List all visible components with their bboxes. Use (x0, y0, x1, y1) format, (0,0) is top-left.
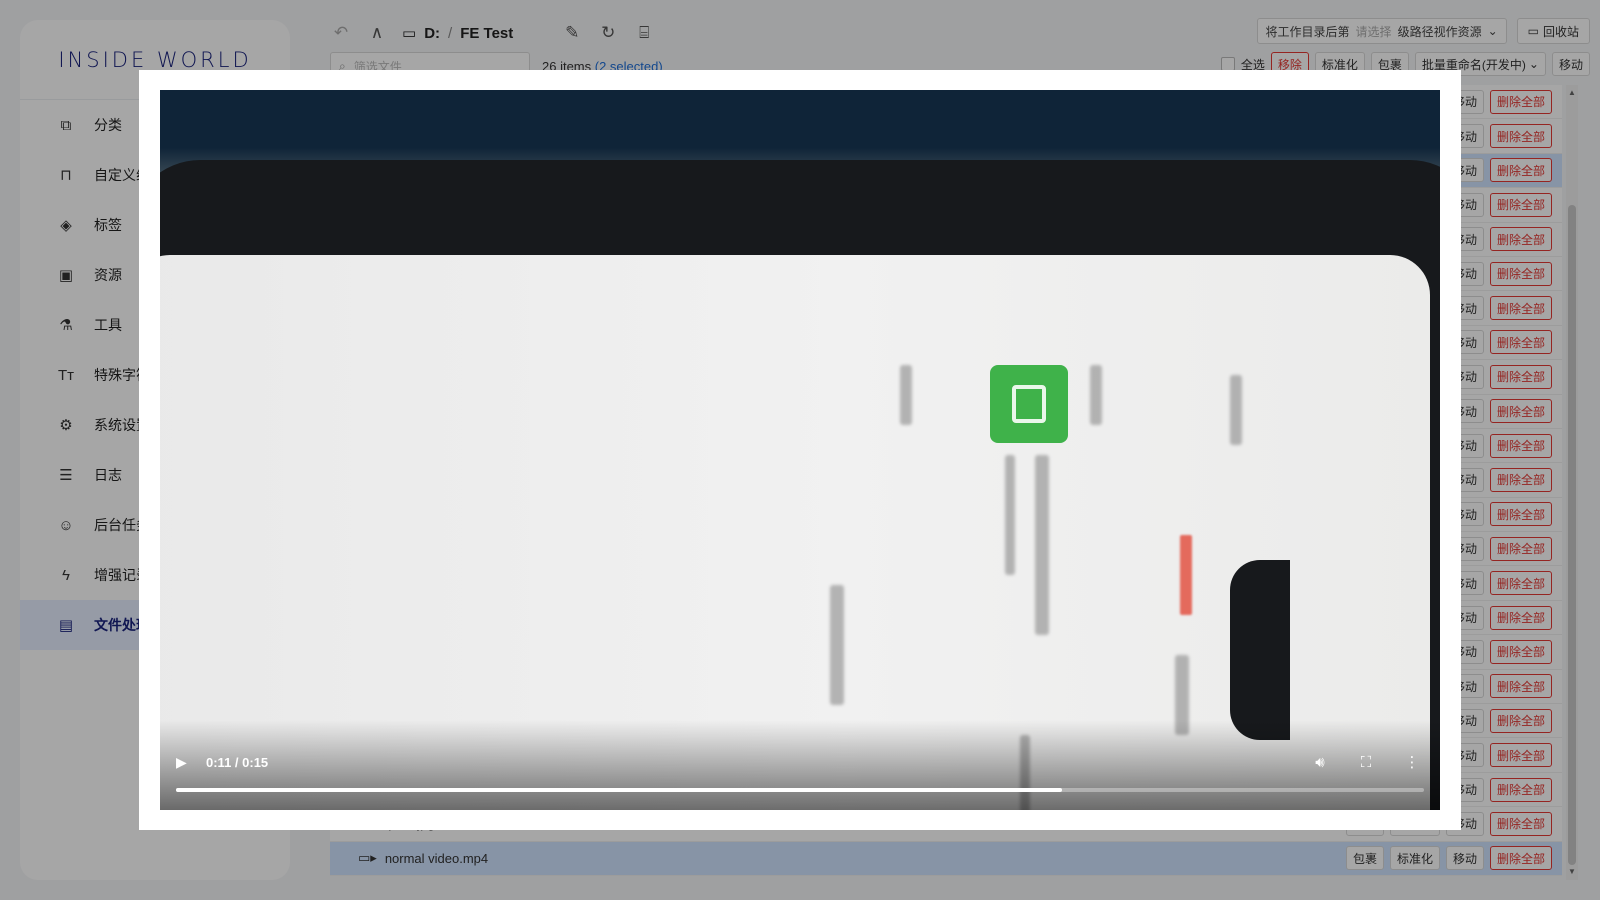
more-options-icon[interactable]: ⋮ (1400, 750, 1424, 774)
video-frame-phone (160, 160, 1440, 810)
video-frame (160, 90, 1440, 810)
video-preview-modal: ▶ 0:11 / 0:15 🔊︎ ⛶ ⋮ (139, 70, 1461, 830)
video-player[interactable]: ▶ 0:11 / 0:15 🔊︎ ⛶ ⋮ (160, 90, 1440, 810)
video-frame-app-icon (990, 365, 1068, 443)
video-controls: ▶ 0:11 / 0:15 🔊︎ ⛶ ⋮ (160, 720, 1440, 810)
video-progress-bar[interactable] (176, 788, 1424, 792)
play-icon[interactable]: ▶ (176, 754, 196, 771)
video-controls-row: ▶ 0:11 / 0:15 🔊︎ ⛶ ⋮ (176, 750, 1424, 774)
video-time: 0:11 / 0:15 (206, 754, 269, 770)
video-progress-fill (176, 788, 1063, 792)
fullscreen-icon[interactable]: ⛶ (1354, 750, 1378, 774)
video-frame-notch (1230, 560, 1290, 740)
volume-icon[interactable]: 🔊︎ (1308, 750, 1332, 774)
